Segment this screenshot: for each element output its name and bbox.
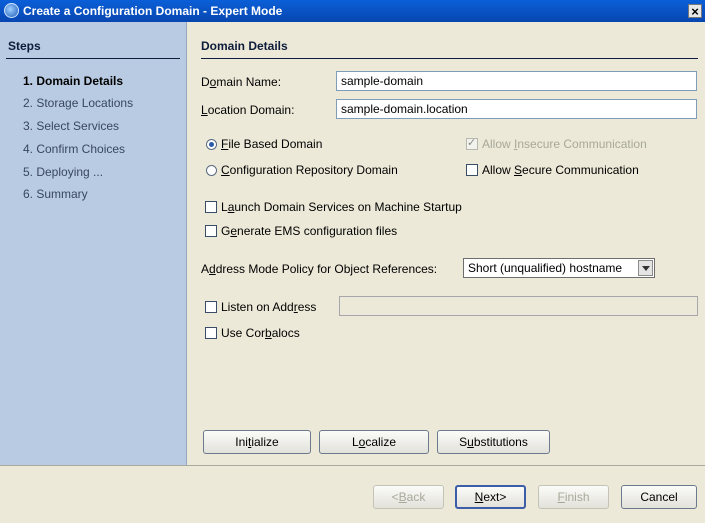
configuration-repository-domain-label: Configuration Repository Domain bbox=[221, 163, 398, 177]
domain-name-input[interactable] bbox=[336, 71, 697, 91]
domain-name-label: Domain Name: bbox=[201, 75, 282, 89]
location-domain-input[interactable] bbox=[336, 99, 697, 119]
step-domain-details: 1. Domain Details bbox=[23, 74, 124, 88]
radio-unselected-icon bbox=[206, 164, 217, 176]
checkbox-icon bbox=[205, 301, 217, 313]
app-globe-icon bbox=[4, 3, 19, 18]
domain-details-heading: Domain Details bbox=[201, 39, 288, 53]
checkbox-icon bbox=[205, 225, 217, 237]
file-based-domain-radio[interactable]: File Based Domain bbox=[206, 137, 322, 151]
radio-selected-icon bbox=[206, 138, 217, 150]
generate-ems-config-checkbox[interactable]: Generate EMS configuration files bbox=[205, 224, 397, 238]
step-confirm-choices: 4. Confirm Choices bbox=[23, 142, 126, 156]
initialize-button[interactable]: Initialize bbox=[203, 430, 311, 454]
domain-details-divider bbox=[201, 58, 698, 59]
checkbox-icon bbox=[205, 201, 217, 213]
chevron-down-icon[interactable] bbox=[638, 260, 653, 276]
listen-on-address-label: Listen on Address bbox=[221, 300, 317, 314]
checkbox-checked-icon bbox=[466, 136, 478, 150]
checkbox-icon bbox=[205, 327, 217, 339]
back-button[interactable]: <Back bbox=[373, 485, 444, 509]
launch-domain-services-checkbox[interactable]: Launch Domain Services on Machine Startu… bbox=[205, 200, 462, 214]
steps-divider bbox=[6, 58, 180, 59]
use-corbalocs-checkbox[interactable]: Use Corbalocs bbox=[205, 326, 300, 340]
window-title: Create a Configuration Domain - Expert M… bbox=[23, 4, 283, 18]
substitutions-button[interactable]: Substitutions bbox=[437, 430, 550, 454]
steps-heading: Steps bbox=[8, 39, 41, 53]
configuration-repository-domain-radio[interactable]: Configuration Repository Domain bbox=[206, 163, 398, 177]
listen-on-address-input[interactable] bbox=[339, 296, 698, 316]
step-storage-locations: 2. Storage Locations bbox=[23, 96, 134, 110]
location-domain-label: Location Domain: bbox=[201, 103, 295, 117]
wizard-footer: <Back Next> Finish Cancel bbox=[0, 465, 705, 523]
use-corbalocs-label: Use Corbalocs bbox=[221, 326, 300, 340]
localize-button[interactable]: Localize bbox=[319, 430, 429, 454]
step-select-services: 3. Select Services bbox=[23, 119, 120, 133]
address-mode-policy-label: Address Mode Policy for Object Reference… bbox=[201, 262, 438, 276]
domain-details-panel: Domain Details Domain Name: Location Dom… bbox=[187, 22, 705, 465]
steps-panel: Steps 1. Domain Details 2. Storage Locat… bbox=[0, 22, 187, 465]
listen-on-address-checkbox[interactable]: Listen on Address bbox=[205, 300, 316, 314]
generate-ems-config-label: Generate EMS configuration files bbox=[221, 224, 398, 238]
close-icon[interactable]: × bbox=[688, 4, 702, 18]
title-bar[interactable]: Create a Configuration Domain - Expert M… bbox=[0, 0, 705, 22]
next-button[interactable]: Next> bbox=[455, 485, 526, 509]
address-mode-policy-value: Short (unqualified) hostname bbox=[468, 261, 623, 275]
dialog-window: Create a Configuration Domain - Expert M… bbox=[0, 0, 705, 523]
finish-button[interactable]: Finish bbox=[538, 485, 609, 509]
address-mode-policy-select[interactable]: Short (unqualified) hostname bbox=[463, 258, 655, 278]
cancel-button[interactable]: Cancel bbox=[621, 485, 697, 509]
launch-domain-services-label: Launch Domain Services on Machine Startu… bbox=[221, 200, 462, 214]
allow-secure-communication-checkbox[interactable]: Allow Secure Communication bbox=[466, 163, 639, 177]
step-summary: 6. Summary bbox=[23, 187, 88, 201]
allow-insecure-communication-label: Allow Insecure Communication bbox=[482, 137, 647, 151]
allow-insecure-communication-checkbox[interactable]: Allow Insecure Communication bbox=[466, 136, 647, 151]
file-based-domain-label: File Based Domain bbox=[221, 137, 323, 151]
checkbox-icon bbox=[466, 164, 478, 176]
allow-secure-communication-label: Allow Secure Communication bbox=[482, 163, 639, 177]
step-deploying: 5. Deploying ... bbox=[23, 165, 104, 179]
